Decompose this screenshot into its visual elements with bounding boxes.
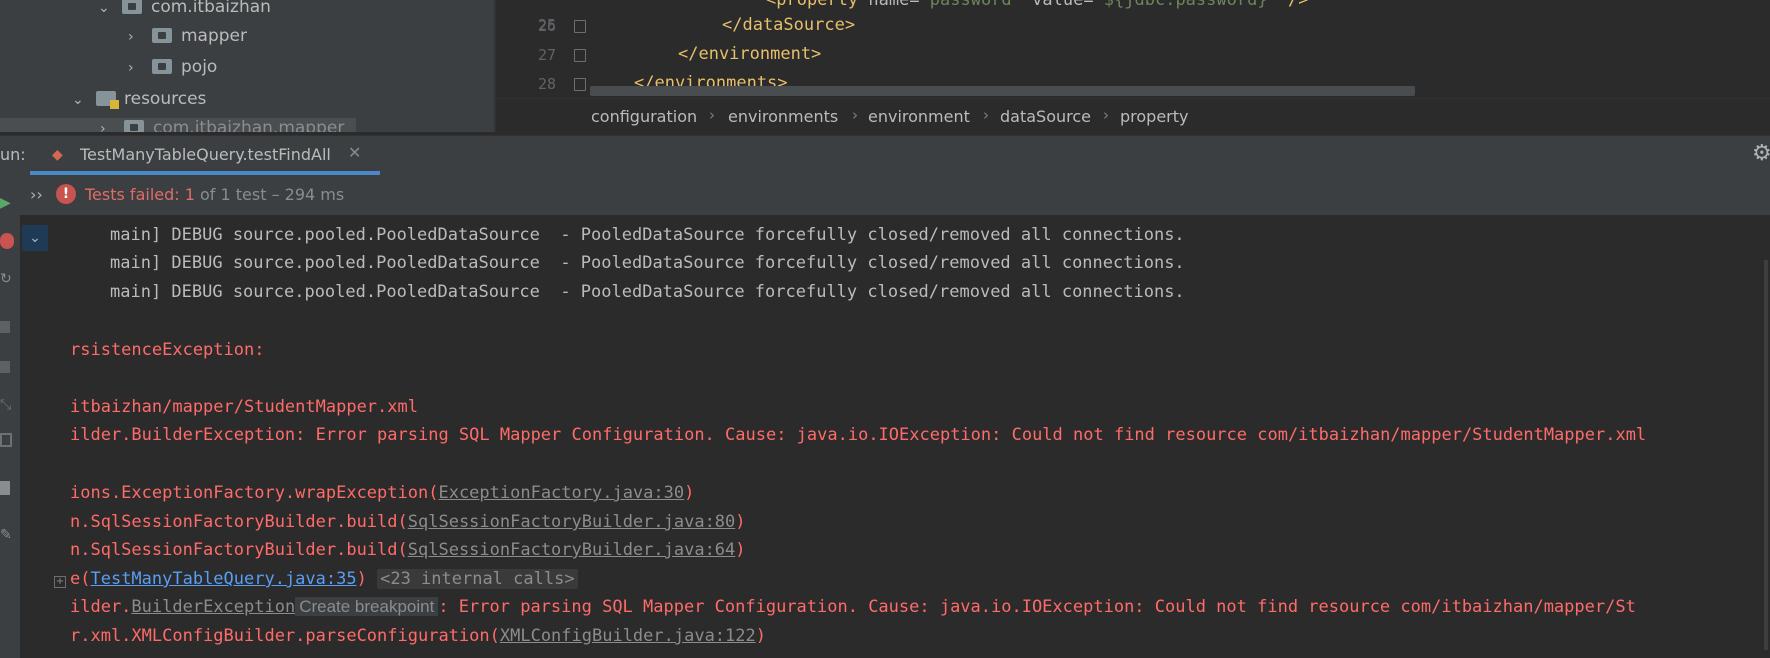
breadcrumb-separator-icon: › bbox=[1103, 106, 1109, 124]
run-tab-label: TestManyTableQuery.testFindAll bbox=[80, 145, 331, 164]
log-line: main] DEBUG source.pooled.PooledDataSour… bbox=[110, 225, 1185, 245]
console-vertical-scrollbar[interactable] bbox=[1764, 260, 1768, 650]
tree-item-com-itbaizhan[interactable]: ⌄ com.itbaizhan bbox=[98, 0, 271, 22]
stack-trace-line: e(TestManyTableQuery.java:35) <23 intern… bbox=[70, 569, 578, 589]
toggle-sort-icon[interactable]: ↻ bbox=[0, 271, 18, 287]
tree-item-mapper[interactable]: › mapper bbox=[128, 21, 247, 51]
chevron-right-icon[interactable]: › bbox=[128, 53, 152, 83]
internal-calls-fold[interactable]: <23 internal calls> bbox=[377, 569, 578, 589]
package-folder-icon bbox=[152, 59, 172, 74]
code-line-26: </dataSource> bbox=[722, 15, 856, 35]
error-line: rsistenceException: bbox=[70, 340, 265, 360]
failed-tests-icon[interactable] bbox=[0, 233, 14, 249]
editor-horizontal-scrollbar[interactable] bbox=[590, 86, 1415, 96]
package-folder-icon bbox=[152, 28, 172, 43]
run-label: un: bbox=[0, 145, 26, 164]
source-link[interactable]: XMLConfigBuilder.java:122 bbox=[500, 626, 756, 646]
log-line: main] DEBUG source.pooled.PooledDataSour… bbox=[110, 253, 1185, 273]
chevron-down-icon[interactable]: ⌄ bbox=[72, 85, 96, 115]
resources-folder-icon bbox=[96, 91, 119, 109]
breadcrumb-environment[interactable]: environment bbox=[868, 107, 970, 126]
source-link[interactable]: SqlSessionFactoryBuilder.java:80 bbox=[408, 512, 736, 532]
fold-marker-icon[interactable] bbox=[574, 20, 586, 33]
chevron-right-icon[interactable]: › bbox=[128, 22, 152, 52]
test-status-text: Tests failed: 1 of 1 test – 294 ms bbox=[85, 185, 345, 204]
exception-class-link[interactable]: BuilderException bbox=[131, 597, 295, 617]
pin-icon[interactable]: ⤡ bbox=[0, 397, 18, 413]
stack-trace-line: ions.ExceptionFactory.wrapException(Exce… bbox=[70, 483, 695, 503]
breadcrumb-property[interactable]: property bbox=[1120, 107, 1189, 126]
breadcrumb-environments[interactable]: environments bbox=[728, 107, 838, 126]
line-number: 26 bbox=[537, 17, 556, 35]
tree-item-com-itbaizhan-mapper[interactable]: › com.itbaizhan.mapper bbox=[100, 113, 344, 132]
run-left-toolbar: ▶ ↻ ⤡ ✎ bbox=[0, 175, 20, 658]
project-tree-panel: ⌄ com.itbaizhan › mapper › pojo ⌄ resources … bbox=[0, 0, 494, 132]
chevron-down-icon[interactable]: ⌄ bbox=[98, 0, 122, 23]
log-line: main] DEBUG source.pooled.PooledDataSour… bbox=[110, 282, 1185, 302]
breadcrumb-separator-icon: › bbox=[709, 106, 715, 124]
tree-item-pojo[interactable]: › pojo bbox=[128, 52, 217, 82]
source-link[interactable]: ExceptionFactory.java:30 bbox=[438, 483, 684, 503]
breadcrumb-datasource[interactable]: dataSource bbox=[1000, 107, 1091, 126]
create-breakpoint-hint[interactable]: Create breakpoint bbox=[295, 597, 439, 616]
close-icon[interactable]: ✕ bbox=[348, 143, 361, 162]
junit-test-icon: ◆ bbox=[52, 147, 63, 163]
stack-trace-line: n.SqlSessionFactoryBuilder.build(SqlSess… bbox=[70, 512, 746, 532]
code-editor[interactable]: 25 26 27 28 <property name="password" va… bbox=[496, 0, 1770, 98]
fold-marker-icon[interactable] bbox=[574, 78, 586, 91]
source-link[interactable]: SqlSessionFactoryBuilder.java:64 bbox=[408, 540, 736, 560]
chevron-down-icon[interactable]: ⌄ bbox=[22, 225, 48, 251]
breadcrumb-configuration[interactable]: configuration bbox=[591, 107, 697, 126]
expand-more-icon[interactable]: ›› bbox=[30, 185, 43, 204]
breadcrumb: configuration › environments › environme… bbox=[496, 98, 1770, 133]
export-icon[interactable] bbox=[0, 433, 12, 447]
breadcrumb-separator-icon: › bbox=[852, 106, 858, 124]
console-output[interactable]: main] DEBUG source.pooled.PooledDataSour… bbox=[52, 215, 1770, 658]
fold-marker-icon[interactable] bbox=[574, 49, 586, 62]
camera-icon[interactable] bbox=[0, 361, 10, 373]
tree-item-resources[interactable]: ⌄ resources bbox=[72, 84, 206, 114]
code-line-27: </environment> bbox=[678, 44, 822, 64]
stack-trace-line: ilder.BuilderException Create breakpoint:… bbox=[70, 597, 1636, 617]
chevron-right-icon[interactable]: › bbox=[100, 114, 124, 132]
gear-icon[interactable]: ⚙ bbox=[1752, 141, 1770, 166]
stop-icon[interactable] bbox=[0, 321, 10, 333]
line-number: 28 bbox=[537, 75, 556, 93]
code-line-25: <property name="password" value="${jdbc.… bbox=[766, 0, 1309, 10]
error-line: itbaizhan/mapper/StudentMapper.xml bbox=[70, 397, 418, 417]
package-folder-icon bbox=[124, 120, 144, 132]
rerun-icon[interactable]: ▶ bbox=[0, 195, 18, 211]
pin-tab-icon[interactable]: ✎ bbox=[0, 527, 18, 543]
breadcrumb-separator-icon: › bbox=[983, 106, 989, 124]
source-link[interactable]: TestManyTableQuery.java:35 bbox=[90, 569, 356, 589]
stack-trace-line: r.xml.XMLConfigBuilder.parseConfiguratio… bbox=[70, 626, 766, 646]
package-folder-icon bbox=[122, 0, 142, 14]
stack-trace-line: n.SqlSessionFactoryBuilder.build(SqlSess… bbox=[70, 540, 746, 560]
layout-icon[interactable] bbox=[0, 481, 10, 495]
error-icon: ! bbox=[56, 184, 76, 204]
expand-icon[interactable]: + bbox=[54, 576, 66, 588]
line-number: 27 bbox=[537, 46, 556, 64]
error-line: ilder.BuilderException: Error parsing SQ… bbox=[70, 425, 1647, 445]
